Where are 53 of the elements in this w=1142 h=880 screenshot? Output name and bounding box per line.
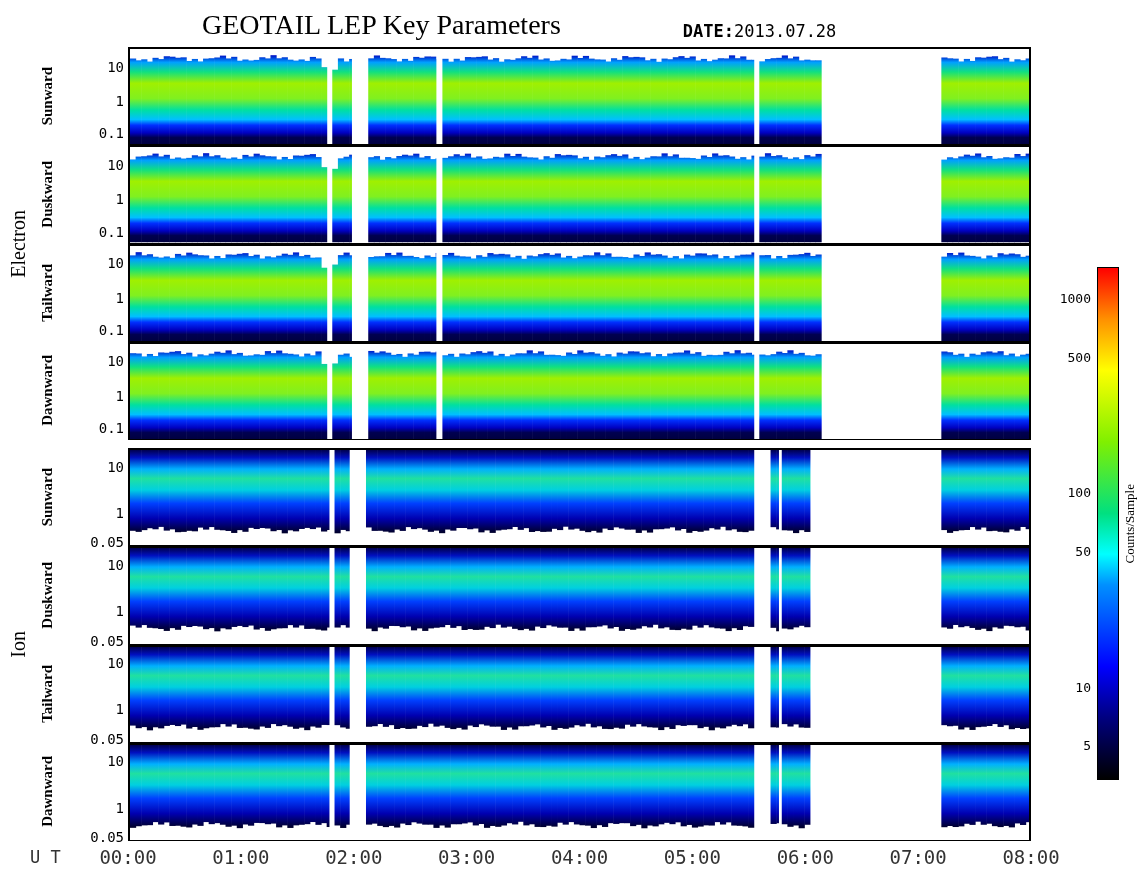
y-tick-label: 0.05 (90, 633, 124, 648)
colorbar-tick-label: 5 (1083, 738, 1091, 752)
time-tick-label: 02:00 (325, 846, 383, 868)
time-tick-label: 03:00 (438, 846, 496, 868)
y-tick-label: 0.1 (98, 322, 124, 337)
time-axis-label: U T (29, 847, 62, 867)
y-tick-label: 0.1 (98, 421, 124, 436)
colorbar-tick-label: 1000 (1059, 291, 1091, 305)
colorbar-tick-label: 50 (1075, 544, 1091, 558)
y-tick-label: 1 (115, 388, 124, 403)
time-tick-label: 05:00 (663, 846, 721, 868)
y-tick-label: 1 (115, 505, 124, 520)
panel-label: Sunward (38, 66, 56, 126)
y-tick-label: 0.05 (90, 731, 124, 746)
panel-label: Duskward (38, 562, 56, 629)
y-tick-label: 10 (107, 256, 124, 271)
y-tick-label: 10 (107, 459, 124, 474)
panel-label: Dawnward (38, 756, 56, 828)
time-tick-label: 01:00 (212, 846, 270, 868)
y-tick-label: 10 (107, 59, 124, 74)
time-tick-label: 06:00 (776, 846, 834, 868)
panel-label: Sunward (38, 467, 56, 527)
y-tick-label: 0.1 (98, 224, 124, 239)
time-tick-label: 04:00 (550, 846, 609, 868)
time-tick-label: 00:00 (99, 846, 157, 868)
plot-title: GEOTAIL LEP Key Parameters (202, 11, 561, 42)
panel-label: Tailward (38, 664, 56, 723)
y-tick-label: 0.05 (90, 535, 124, 550)
colorbar-tick-label: 100 (1067, 485, 1091, 499)
y-tick-label: 1 (115, 290, 124, 305)
y-tick-label: 1 (115, 604, 124, 619)
y-tick-label: 10 (107, 754, 124, 769)
y-tick-label: 1 (115, 800, 124, 815)
y-tick-label: 10 (107, 656, 124, 671)
time-tick-label: 08:00 (1002, 846, 1060, 868)
y-tick-label: 10 (107, 557, 124, 572)
y-tick-label: 10 (107, 157, 124, 172)
colorbar-label: Counts/Sample (1122, 483, 1138, 564)
y-tick-label: 1 (115, 192, 124, 207)
time-tick-label: 07:00 (889, 846, 947, 868)
panel-label: Duskward (38, 161, 56, 228)
panel-label: Tailward (38, 263, 56, 322)
colorbar-tick-label: 10 (1075, 680, 1091, 694)
panel-label: Dawnward (38, 355, 56, 427)
y-tick-label: 1 (115, 94, 124, 109)
y-tick-label: 10 (107, 354, 124, 369)
y-tick-label: 0.1 (98, 126, 124, 141)
group-label: Electron (6, 209, 30, 278)
colorbar-tick-label: 500 (1067, 350, 1091, 364)
y-tick-label: 0.05 (90, 830, 124, 845)
group-label: Ion (6, 631, 30, 658)
y-tick-label: 1 (115, 702, 124, 717)
date-label: DATE:2013.07.28 (682, 21, 837, 43)
